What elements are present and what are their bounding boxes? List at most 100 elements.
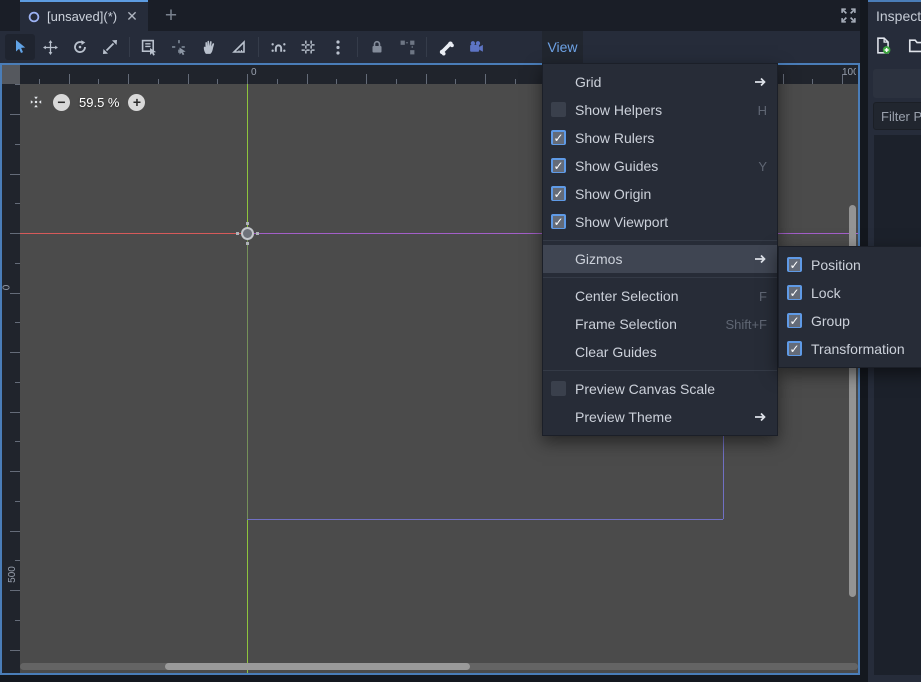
select-mode-button[interactable] [5,34,35,60]
menu-item-frame-selection[interactable]: Frame Selection Shift+F [543,310,777,338]
rotate-mode-button[interactable] [65,34,95,60]
menu-separator [543,366,777,375]
menu-separator [543,273,777,282]
menu-item-show-guides[interactable]: ✓ Show Guides Y [543,152,777,180]
menu-item-gizmos[interactable]: Gizmos [543,245,777,273]
shortcut-label: F [759,289,767,304]
click-select-icon [171,39,188,56]
menu-item-show-helpers[interactable]: Show Helpers H [543,96,777,124]
expand-bottom-panel-icon[interactable] [837,4,859,26]
lock-node-button[interactable] [362,34,392,60]
origin-gizmo[interactable] [241,227,254,240]
submenu-arrow-icon [753,411,767,423]
checkbox-checked-icon: ✓ [551,158,566,173]
ruler-label: 1000 [842,67,856,78]
zoom-controls: − 59.5 % + [28,90,145,114]
menu-item-clear-guides[interactable]: Clear Guides [543,338,777,366]
menu-item-preview-theme[interactable]: Preview Theme [543,403,777,431]
ruler-corner [2,65,20,84]
menu-item-show-viewport[interactable]: ✓ Show Viewport [543,208,777,236]
new-resource-icon[interactable] [874,36,892,55]
three-dots-icon [335,39,341,56]
menu-item-show-rulers[interactable]: ✓ Show Rulers [543,124,777,152]
filter-properties-input[interactable]: Filter Properties [873,102,921,130]
list-select-icon [141,39,158,56]
inspector-node-box[interactable] [873,69,921,98]
zoom-in-button[interactable]: + [128,94,145,111]
checkbox-checked-icon: ✓ [787,341,802,356]
camera-icon [468,39,485,56]
rotate-tool-icon [72,39,88,55]
submenu-arrow-icon [753,253,767,265]
override-camera-button[interactable] [461,34,491,60]
toolbar-separator [357,37,358,57]
select-tool-icon [12,39,28,55]
view-menu-popup: Grid Show Helpers H ✓ Show Rulers ✓ Show… [542,63,778,436]
scene-tab-bar: [unsaved](*) ✕ + [0,0,860,31]
menu-item-grid[interactable]: Grid [543,68,777,96]
move-mode-button[interactable] [35,34,65,60]
new-scene-tab-button[interactable]: + [158,2,184,30]
ruler-label: 500 [7,566,18,583]
submenu-arrow-icon [753,76,767,88]
submenu-item-transformation[interactable]: ✓ Transformation [779,335,921,363]
pan-mode-button[interactable] [194,34,224,60]
scene-tab-title: [unsaved](*) [47,9,117,24]
checkbox-checked-icon: ✓ [551,130,566,145]
grid-snap-icon [300,39,317,56]
menu-separator [543,236,777,245]
y-axis-line-dim [247,233,248,519]
zoom-out-button[interactable]: − [53,94,70,111]
horizontal-scrollbar-thumb[interactable] [165,663,470,670]
shortcut-label: Y [758,159,767,174]
snapping-options-button[interactable] [323,34,353,60]
scale-tool-icon [102,39,118,55]
filter-placeholder: Filter Properties [881,109,921,124]
checkbox-checked-icon: ✓ [787,285,802,300]
inspector-empty-body [874,135,921,675]
checkbox-checked-icon: ✓ [787,257,802,272]
view-menu-button[interactable]: View [542,31,583,63]
center-view-icon[interactable] [28,94,44,110]
shortcut-label: H [758,103,767,118]
inspector-tab-label[interactable]: Inspector [876,8,921,24]
submenu-item-position[interactable]: ✓ Position [779,251,921,279]
canvas-toolbar: View [0,31,860,63]
checkbox-checked-icon: ✓ [551,186,566,201]
ruler-label: 0 [251,67,257,78]
lock-icon [369,39,385,55]
toolbar-separator [426,37,427,57]
list-select-button[interactable] [134,34,164,60]
checkbox-checked-icon: ✓ [787,313,802,328]
toolbar-separator [258,37,259,57]
checkbox-checked-icon: ✓ [551,214,566,229]
scene-tab-unsaved[interactable]: [unsaved](*) ✕ [20,0,148,31]
group-icon [399,39,416,56]
smart-snap-button[interactable] [263,34,293,60]
toolbar-separator [129,37,130,57]
submenu-item-group[interactable]: ✓ Group [779,307,921,335]
submenu-item-lock[interactable]: ✓ Lock [779,279,921,307]
ruler-tool-icon [231,39,247,55]
menu-item-center-selection[interactable]: Center Selection F [543,282,777,310]
y-axis-line [247,519,248,673]
pan-hand-icon [201,39,218,56]
menu-item-show-origin[interactable]: ✓ Show Origin [543,180,777,208]
node-circle-icon [28,11,40,23]
tab-close-icon[interactable]: ✕ [126,8,138,25]
gizmos-submenu-popup: ✓ Position ✓ Lock ✓ Group ✓ Transformati… [778,246,921,368]
group-node-button[interactable] [392,34,422,60]
x-axis-line [20,233,247,234]
skeleton-options-button[interactable] [431,34,461,60]
menu-item-preview-canvas-scale[interactable]: Preview Canvas Scale [543,375,777,403]
shortcut-label: Shift+F [725,317,767,332]
zoom-percent-label[interactable]: 59.5 % [79,95,119,110]
load-resource-icon[interactable] [908,36,921,55]
ruler-label: 0 [2,285,12,291]
scale-mode-button[interactable] [95,34,125,60]
bone-icon [438,39,455,56]
vertical-ruler: 0 500 [2,84,20,673]
ruler-mode-button[interactable] [224,34,254,60]
click-select-button[interactable] [164,34,194,60]
grid-snap-button[interactable] [293,34,323,60]
